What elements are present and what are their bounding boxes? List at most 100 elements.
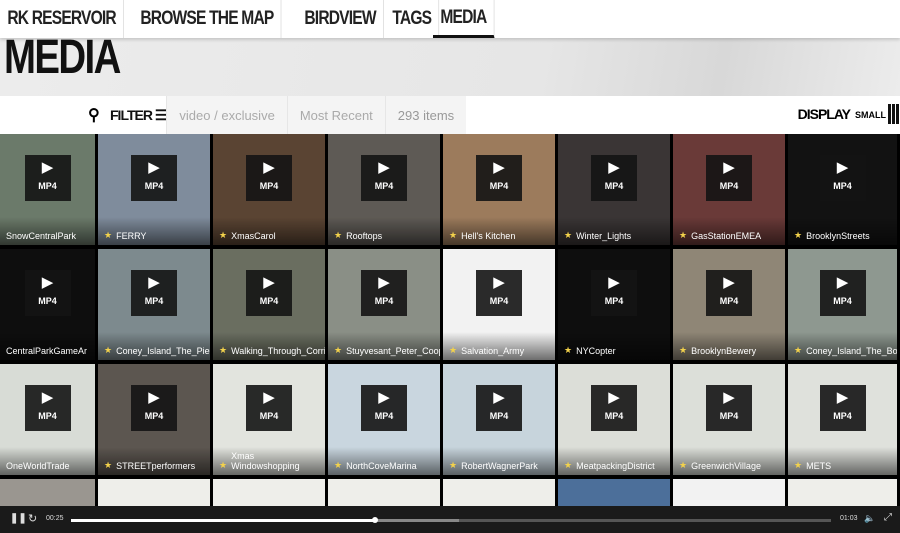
play-icon[interactable]: ▶ MP4	[246, 270, 292, 317]
media-title: GreenwichVillage	[691, 461, 761, 471]
media-title: BrooklynBewery	[691, 346, 757, 356]
media-title: Coney_Island_The_Boardwalk	[806, 346, 897, 356]
media-tile[interactable]: ▶ MP4 ★ STREETperformers	[98, 364, 210, 475]
media-tile[interactable]	[328, 479, 440, 506]
media-label: OneWorldTrade	[0, 447, 95, 475]
play-icon[interactable]: ▶ MP4	[246, 155, 292, 202]
search-icon[interactable]: ⚲	[88, 105, 110, 125]
media-title: Xmas Windowshopping	[231, 451, 300, 471]
media-tile[interactable]: ▶ MP4 ★ Hell's Kitchen	[443, 134, 555, 245]
format-badge: MP4	[38, 181, 57, 192]
media-title: OneWorldTrade	[6, 461, 70, 471]
play-icon[interactable]: ▶ MP4	[819, 385, 866, 432]
crumb-type[interactable]: video / exclusive	[166, 96, 287, 134]
media-label: ★ Hell's Kitchen	[443, 217, 555, 245]
star-icon: ★	[219, 230, 228, 240]
media-tile[interactable]: ▶MP4 ★Coney_Island_The_Boardwalk	[788, 249, 897, 360]
media-label: CentralParkGameAr	[0, 332, 95, 360]
pause-icon[interactable]: ❚❚	[10, 513, 27, 524]
crumb-sort[interactable]: Most Recent	[286, 96, 385, 134]
media-tile[interactable]: ▶ MP4 ★ NYCopter	[558, 249, 670, 360]
play-icon[interactable]: ▶ MP4	[591, 385, 637, 432]
media-title: NorthCoveMarina	[346, 461, 417, 471]
media-label: ★ Rooftops	[328, 217, 440, 245]
play-icon[interactable]: ▶ MP4	[591, 270, 637, 317]
seek-handle[interactable]	[372, 517, 378, 523]
current-time: 00:25	[46, 515, 64, 522]
play-icon[interactable]: ▶ MP4	[819, 270, 866, 317]
play-icon[interactable]: ▶ MP4	[361, 270, 407, 317]
star-icon: ★	[334, 460, 343, 470]
grid-icon[interactable]	[888, 104, 900, 124]
replay-icon[interactable]: ↻	[28, 512, 37, 525]
play-icon[interactable]: ▶ MP4	[246, 385, 292, 432]
play-icon[interactable]: ▶ MP4	[476, 155, 522, 202]
media-tile[interactable]	[673, 479, 785, 506]
star-icon: ★	[564, 460, 573, 470]
media-tile[interactable]: ▶ MP4 SnowCentralPark	[0, 134, 95, 245]
play-icon[interactable]: ▶ MP4	[706, 155, 752, 202]
play-icon[interactable]: ▶ MP4	[706, 385, 752, 432]
media-tile[interactable]: ▶MP4 ★Walking_Through_Corridors_MSG_...	[213, 249, 325, 360]
tab-birdview[interactable]: BIRDVIEW	[297, 0, 384, 38]
seek-bar[interactable]	[71, 517, 831, 523]
media-tile[interactable]: ▶ MP4 ★ BrooklynBewery	[673, 249, 785, 360]
size-small-button[interactable]: SMALL	[855, 110, 886, 120]
star-icon: ★	[679, 345, 688, 355]
play-icon[interactable]: ▶ MP4	[131, 270, 177, 317]
media-tile[interactable]: ▶ MP4 CentralParkGameAr	[0, 249, 95, 360]
display-label: DISPLAY	[797, 106, 851, 122]
media-tile[interactable]: ▶ MP4 OneWorldTrade	[0, 364, 95, 475]
media-tile[interactable]: ▶ MP4 ★ BrooklynStreets	[788, 134, 897, 245]
media-tile[interactable]	[788, 479, 897, 506]
media-tile[interactable]: ▶MP4 ★Stuyvesant_Peter_Cooper_Walk_G...	[328, 249, 440, 360]
media-tile[interactable]	[558, 479, 670, 506]
media-tile[interactable]: ▶ MP4 ★ GreenwichVillage	[673, 364, 785, 475]
format-badge: MP4	[604, 411, 624, 422]
media-label: ★Stuyvesant_Peter_Cooper_Walk_G...	[328, 332, 440, 360]
media-tile[interactable]: ▶ MP4 ★ NorthCoveMarina	[328, 364, 440, 475]
play-icon[interactable]: ▶ MP4	[131, 385, 177, 432]
media-tile[interactable]: ▶ MP4 ★ Rooftops	[328, 134, 440, 245]
media-tile[interactable]: ▶MP4 ★Coney_Island_The_Pier_GoPro	[98, 249, 210, 360]
tab-tags[interactable]: TAGS	[385, 0, 440, 38]
media-title: METS	[806, 461, 832, 471]
media-tile[interactable]: ▶ MP4 ★ METS	[788, 364, 897, 475]
play-icon[interactable]: ▶ MP4	[476, 385, 522, 432]
play-icon[interactable]: ▶ MP4	[24, 270, 71, 317]
format-badge: MP4	[719, 296, 739, 307]
media-tile[interactable]: ▶ MP4 ★ XmasCarol	[213, 134, 325, 245]
play-icon[interactable]: ▶ MP4	[361, 385, 407, 432]
media-tile[interactable]: ▶ MP4 ★ Salvation_Army	[443, 249, 555, 360]
fullscreen-icon[interactable]: ⤢	[884, 512, 892, 523]
media-title: NYCopter	[576, 346, 616, 356]
media-title: STREETperformers	[116, 461, 196, 471]
volume-icon[interactable]: 🔈	[864, 513, 875, 524]
media-tile[interactable]	[443, 479, 555, 506]
play-icon[interactable]: ▶ MP4	[361, 155, 407, 202]
media-label: ★ STREETperformers	[98, 447, 210, 475]
media-tile[interactable]: ▶ MP4 ★ GasStationEMEA	[673, 134, 785, 245]
play-icon[interactable]: ▶ MP4	[591, 155, 637, 202]
filter-button[interactable]: FILTER ☰	[110, 106, 167, 124]
play-icon[interactable]: ▶ MP4	[476, 270, 522, 317]
play-icon[interactable]: ▶ MP4	[706, 270, 752, 317]
format-badge: MP4	[259, 296, 279, 307]
media-tile[interactable]: ▶ MP4 ★ MeatpackingDistrict	[558, 364, 670, 475]
play-icon[interactable]: ▶ MP4	[131, 155, 177, 202]
media-tile[interactable]: ▶ MP4 ★ FERRY	[98, 134, 210, 245]
media-tile[interactable]: ▶ MP4 ★ Winter_Lights	[558, 134, 670, 245]
play-icon[interactable]: ▶ MP4	[24, 155, 71, 202]
star-icon: ★	[564, 230, 573, 240]
play-icon[interactable]: ▶ MP4	[819, 155, 866, 202]
media-tile[interactable]	[213, 479, 325, 506]
tab-media[interactable]: MEDIA	[432, 0, 495, 38]
media-tile[interactable]	[98, 479, 210, 506]
media-tile[interactable]	[0, 479, 95, 506]
tab-browse-the-map[interactable]: BROWSE THE MAP	[133, 0, 282, 38]
media-tile[interactable]: ▶ MP4 ★ Xmas Windowshopping	[213, 364, 325, 475]
media-tile[interactable]: ▶ MP4 ★ RobertWagnerPark	[443, 364, 555, 475]
play-icon[interactable]: ▶ MP4	[24, 385, 71, 432]
media-title: Stuyvesant_Peter_Cooper_Walk_G...	[346, 346, 440, 356]
tab-rk-reservoir[interactable]: RK RESERVOIR	[0, 0, 125, 38]
